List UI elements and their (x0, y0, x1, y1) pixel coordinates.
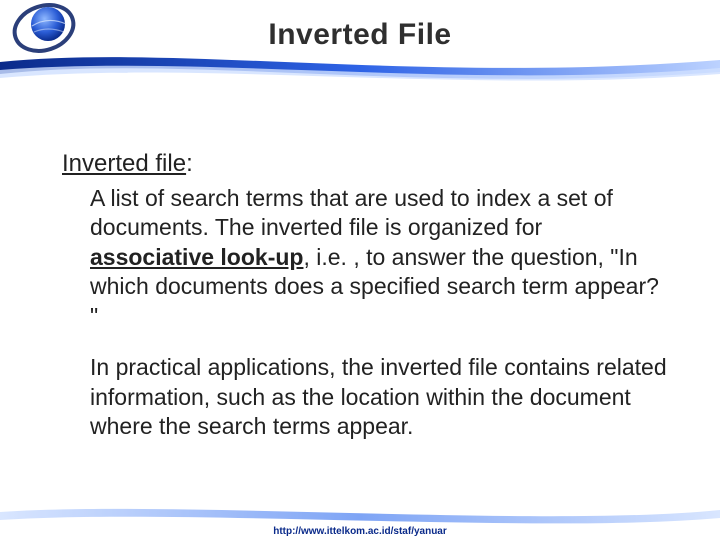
heading-text: Inverted file (62, 150, 186, 177)
paragraph-1: A list of search terms that are used to … (90, 184, 672, 331)
para1-bold: associative look-up (90, 244, 303, 270)
footer-url: http://www.ittelkom.ac.id/staf/yanuar (0, 526, 720, 537)
slide-footer: http://www.ittelkom.ac.id/staf/yanuar (0, 510, 720, 540)
slide-title: Inverted File (0, 18, 720, 52)
para1-a: A list of search terms that are used to … (90, 185, 613, 240)
paragraph-2: In practical applications, the inverted … (90, 353, 672, 441)
slide-body: Inverted file: A list of search terms th… (62, 150, 672, 442)
footer-swoosh-icon (0, 504, 720, 526)
heading-suffix: : (186, 150, 193, 177)
slide-header: Inverted File (0, 0, 720, 72)
section-heading: Inverted file: (62, 150, 672, 178)
slide: Inverted File Inverted file: A list of s… (0, 0, 720, 540)
header-swoosh-icon (0, 50, 720, 90)
